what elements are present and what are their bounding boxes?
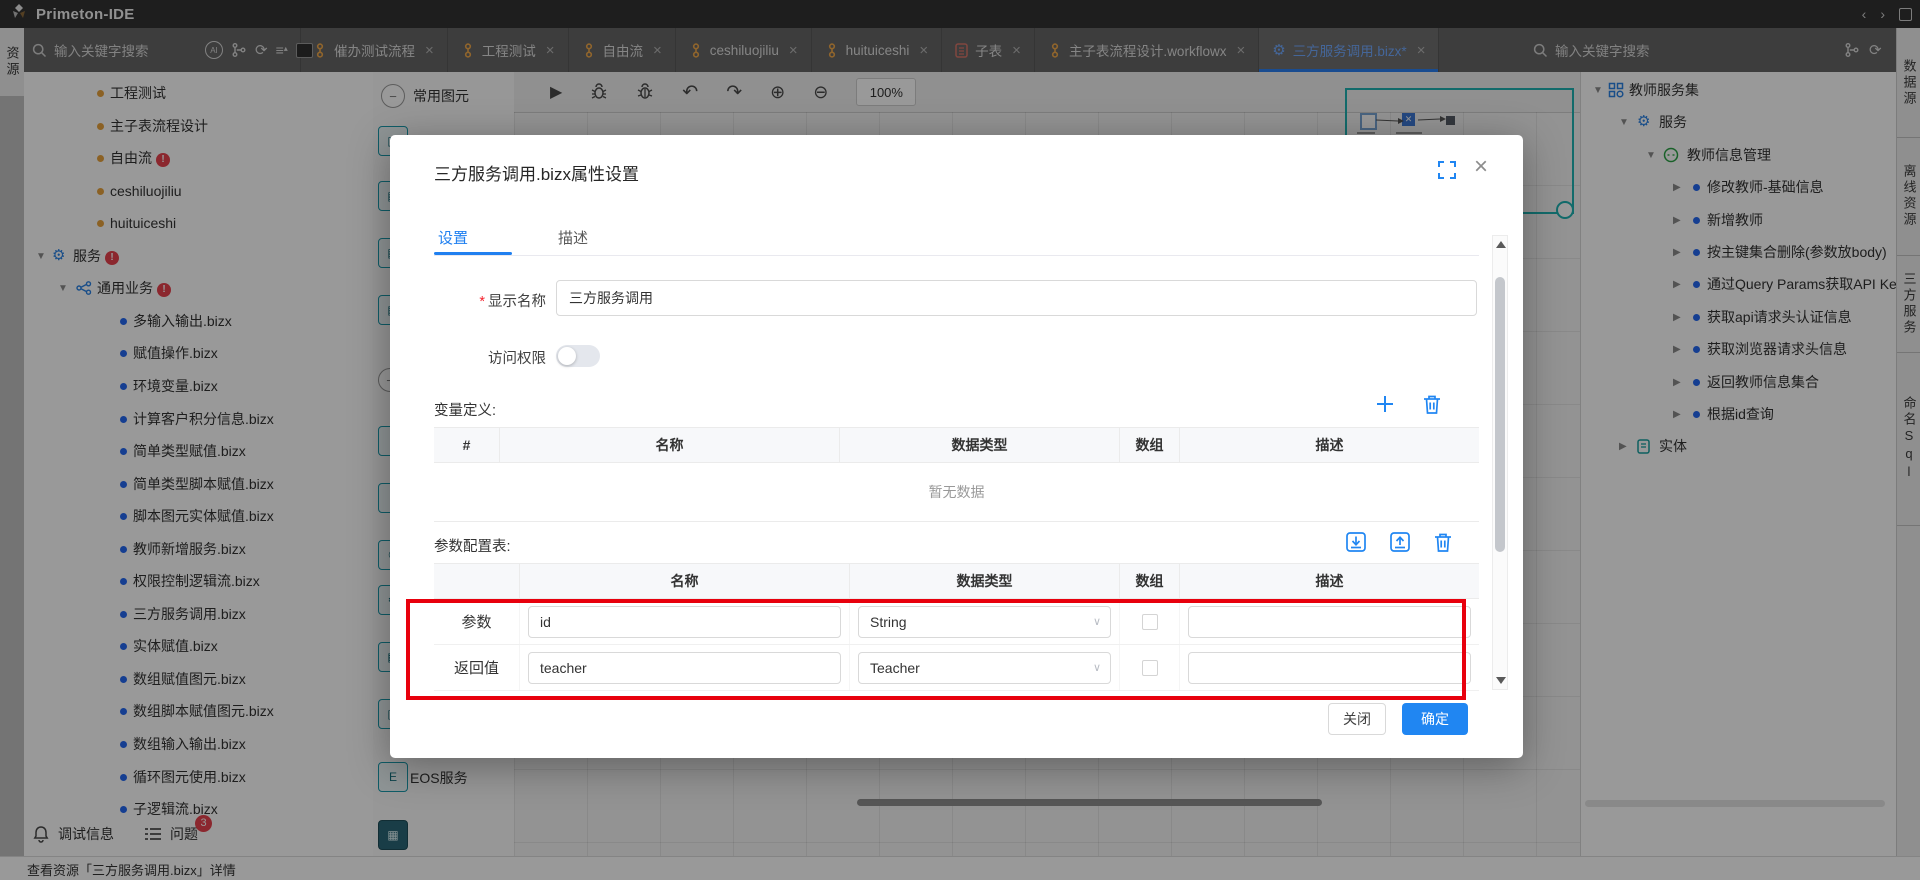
param-name-input[interactable]: teacher	[528, 652, 841, 684]
param-kind-label: 参数	[461, 611, 491, 632]
empty-table-text: 暂无数据	[434, 463, 1479, 522]
close-icon[interactable]: ×	[1474, 155, 1488, 179]
array-checkbox[interactable]	[1142, 660, 1158, 676]
access-toggle[interactable]	[556, 345, 600, 367]
column-header: 名称	[520, 564, 850, 598]
chevron-down-icon: ∨	[1093, 615, 1101, 628]
column-header: #	[434, 428, 500, 462]
dialog-scrollbar[interactable]	[1492, 235, 1508, 690]
fullscreen-icon[interactable]	[1438, 161, 1456, 184]
ok-button[interactable]: 确定	[1402, 703, 1468, 735]
column-header: 名称	[500, 428, 840, 462]
access-label: 访问权限	[434, 347, 546, 368]
array-checkbox[interactable]	[1142, 614, 1158, 630]
variables-table: #名称数据类型数组描述暂无数据	[434, 427, 1479, 522]
param-section-label: 参数配置表:	[434, 535, 511, 556]
param-desc-input[interactable]	[1188, 606, 1471, 638]
scroll-up-icon[interactable]	[1496, 241, 1506, 248]
column-header: 数据类型	[840, 428, 1120, 462]
chevron-down-icon: ∨	[1093, 661, 1101, 674]
display-name-input[interactable]: 三方服务调用	[556, 280, 1477, 316]
params-table: 名称数据类型数组描述 参数 id String∨ 返回值 teacher Tea…	[434, 563, 1479, 691]
display-name-label: 显示名称	[488, 294, 546, 310]
param-desc-input[interactable]	[1188, 652, 1471, 684]
delete-param-icon[interactable]	[1433, 532, 1453, 558]
scroll-down-icon[interactable]	[1496, 677, 1506, 684]
column-header: 描述	[1180, 564, 1479, 598]
dialog-title: 三方服务调用.bizx属性设置	[434, 160, 639, 185]
param-kind-label: 返回值	[454, 657, 499, 678]
param-type-select[interactable]: Teacher∨	[858, 652, 1111, 684]
param-row: 返回值 teacher Teacher∨	[434, 645, 1479, 691]
import-params-icon[interactable]	[1345, 531, 1367, 558]
column-header: 数组	[1120, 428, 1180, 462]
scroll-thumb[interactable]	[1495, 277, 1505, 552]
delete-variable-icon[interactable]	[1422, 394, 1442, 420]
param-name-input[interactable]: id	[528, 606, 841, 638]
column-header: 描述	[1180, 428, 1479, 462]
param-type-select[interactable]: String∨	[858, 606, 1111, 638]
param-row: 参数 id String∨	[434, 599, 1479, 645]
primeton-ide-window: Primeton-IDE ‹ › 输入关键字搜索 AI⟳≡▴ 催办测试流程×工程…	[0, 0, 1920, 880]
required-mark: *	[479, 294, 485, 310]
column-header	[434, 564, 520, 598]
add-variable-icon[interactable]	[1374, 393, 1396, 420]
export-params-icon[interactable]	[1389, 531, 1411, 558]
dialog-tab-settings[interactable]: 设置	[438, 227, 468, 248]
dialog-tab-description[interactable]: 描述	[558, 227, 588, 248]
properties-dialog: 三方服务调用.bizx属性设置 × 设置 描述 *显示名称 三方服务调用 访问权…	[390, 135, 1523, 758]
column-header: 数组	[1120, 564, 1180, 598]
var-section-label: 变量定义:	[434, 399, 496, 420]
close-button[interactable]: 关闭	[1328, 703, 1386, 735]
column-header: 数据类型	[850, 564, 1120, 598]
